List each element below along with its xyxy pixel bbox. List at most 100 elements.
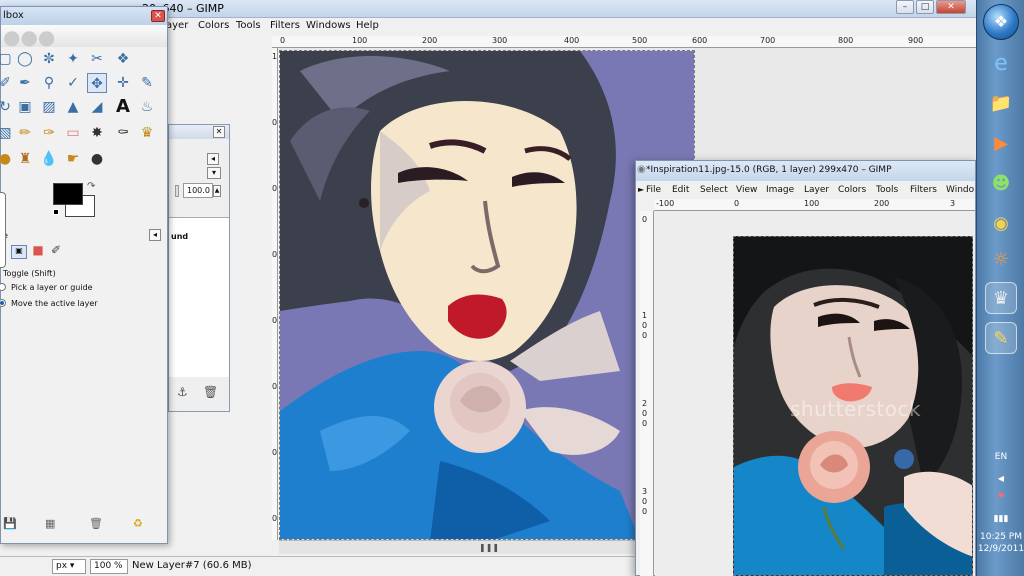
move-active-radio[interactable]: [0, 299, 6, 307]
vertical-ruler[interactable]: 1 0 0 0 0 0 0 0: [272, 48, 278, 540]
ellipse-select-icon[interactable]: ◯: [15, 49, 35, 69]
align-icon[interactable]: ✛: [113, 73, 133, 93]
color-picker-icon[interactable]: ✒: [15, 73, 35, 93]
flip-icon[interactable]: ◢: [87, 97, 107, 117]
blur-icon[interactable]: 💧: [39, 149, 59, 169]
heal-icon[interactable]: ●: [0, 149, 15, 169]
paintbrush-icon[interactable]: ✑: [39, 123, 59, 143]
maximize-button[interactable]: □: [916, 0, 934, 14]
restore-options-icon[interactable]: ▦: [45, 517, 55, 530]
free-select-icon[interactable]: ✼: [39, 49, 59, 69]
ref-menu-windows[interactable]: Windo: [946, 185, 974, 195]
ref-vertical-ruler[interactable]: 0 1 0 0 2 0 0 3 0 0: [640, 211, 654, 576]
anchor-icon[interactable]: ⚓: [177, 385, 188, 399]
dock-title-bar[interactable]: ✕: [169, 125, 229, 139]
menu-layer[interactable]: ayer: [166, 20, 188, 31]
menu-filters[interactable]: Filters: [270, 20, 300, 31]
ref-menu-file[interactable]: File: [646, 185, 661, 195]
airbrush-icon[interactable]: ✸: [87, 123, 107, 143]
file-explorer-icon[interactable]: 📁: [985, 88, 1017, 120]
text-tool-icon[interactable]: A: [113, 97, 133, 117]
crop-icon[interactable]: ✎: [137, 73, 157, 93]
rect-select-icon[interactable]: ▢: [0, 49, 15, 69]
save-options-icon[interactable]: 💾: [3, 517, 17, 530]
scissors-icon[interactable]: ✂: [87, 49, 107, 69]
opacity-spinner[interactable]: ▲: [213, 185, 221, 197]
layer-name[interactable]: und: [171, 232, 188, 241]
chrome-icon[interactable]: ◉: [985, 208, 1017, 240]
ref-menu-image[interactable]: Image: [766, 185, 794, 195]
dock-menu-button[interactable]: ◂: [207, 153, 219, 165]
paths-icon[interactable]: ✐: [0, 73, 15, 93]
zoom-icon[interactable]: ⚲: [39, 73, 59, 93]
ref-menu-filters[interactable]: Filters: [910, 185, 937, 195]
network-icon[interactable]: ▮▮▮: [977, 514, 1024, 524]
foreground-select-icon[interactable]: ❖: [113, 49, 133, 69]
eraser-icon[interactable]: ▭: [63, 123, 83, 143]
blend-icon[interactable]: ▧: [0, 123, 15, 143]
ref-menu-view[interactable]: View: [736, 185, 757, 195]
dock-flyout-tab[interactable]: [0, 192, 6, 268]
start-button[interactable]: ❖: [983, 4, 1019, 40]
reference-photo[interactable]: shutterstock: [733, 236, 973, 576]
dock-close-button[interactable]: ✕: [213, 126, 225, 138]
messenger-icon[interactable]: ☻: [985, 168, 1017, 200]
ref-menu-colors[interactable]: Colors: [838, 185, 866, 195]
ref-menu-edit[interactable]: Edit: [672, 185, 689, 195]
menu-help[interactable]: Help: [356, 20, 379, 31]
show-hidden-icons-icon[interactable]: ◀: [977, 474, 1024, 483]
fuzzy-select-icon[interactable]: ✦: [63, 49, 83, 69]
minimize-button[interactable]: –: [896, 0, 914, 14]
image-menu-arrow-icon[interactable]: ►: [638, 185, 644, 194]
mode-dropdown[interactable]: ▾: [207, 167, 221, 179]
menu-windows[interactable]: Windows: [306, 20, 351, 31]
trash-icon[interactable]: 🗑: [203, 385, 218, 399]
unit-select[interactable]: px ▾: [52, 559, 86, 574]
reset-options-icon[interactable]: ♻: [133, 517, 143, 530]
ref-menu-tools[interactable]: Tools: [876, 185, 898, 195]
zoom-select[interactable]: 100 %: [90, 559, 128, 574]
media-player-icon[interactable]: ▶: [985, 128, 1017, 160]
ref-menu-layer[interactable]: Layer: [804, 185, 829, 195]
perspective-icon[interactable]: ▲: [63, 97, 83, 117]
language-indicator[interactable]: EN: [977, 452, 1024, 462]
shear-icon[interactable]: ▨: [39, 97, 59, 117]
dodge-burn-icon[interactable]: ●: [87, 149, 107, 169]
clone-icon[interactable]: ♛: [137, 123, 157, 143]
move-path-mode-icon[interactable]: ✐: [49, 244, 63, 259]
opacity-slider[interactable]: [175, 185, 179, 197]
menu-colors[interactable]: Colors: [198, 20, 229, 31]
smudge-icon[interactable]: ☛: [63, 149, 83, 169]
horizontal-ruler[interactable]: 0 100 200 300 400 500 600 700 800 900: [272, 36, 976, 48]
firefox-icon[interactable]: ☼: [985, 244, 1017, 276]
bucket-fill-icon[interactable]: ♨: [137, 97, 157, 117]
foreground-color-swatch[interactable]: [53, 183, 83, 205]
move-selection-mode-icon[interactable]: ■: [31, 244, 45, 259]
rotate-icon[interactable]: ↻: [0, 97, 15, 117]
ref-menu-select[interactable]: Select: [700, 185, 728, 195]
clock-time[interactable]: 10:25 PM: [977, 532, 1024, 542]
reference-title-bar[interactable]: ◉ *Inspiration11.jpg-15.0 (RGB, 1 layer)…: [636, 161, 975, 181]
ref-horizontal-ruler[interactable]: -100 0 100 200 3: [654, 199, 975, 211]
menu-tools[interactable]: Tools: [236, 20, 261, 31]
layer-list[interactable]: und: [169, 217, 229, 377]
toolbox-close-button[interactable]: ✕: [151, 10, 165, 22]
pick-layer-radio[interactable]: [0, 283, 6, 291]
toolbox-title-bar[interactable]: lbox ✕: [1, 7, 167, 25]
painting-canvas[interactable]: [279, 50, 695, 540]
ink-icon[interactable]: ⚰: [113, 123, 133, 143]
paint-icon[interactable]: ✎: [985, 322, 1017, 354]
gimp-taskbar-icon[interactable]: ♛: [985, 282, 1017, 314]
action-center-icon[interactable]: ⚑: [977, 492, 1024, 502]
delete-options-icon[interactable]: 🗑: [89, 517, 103, 530]
opacity-field[interactable]: 100.0: [183, 183, 213, 198]
default-colors-icon[interactable]: [53, 209, 59, 215]
close-button[interactable]: ✕: [936, 0, 966, 14]
swap-colors-icon[interactable]: ↷: [87, 181, 95, 192]
move-tool-icon[interactable]: ✥: [87, 73, 107, 93]
scale-icon[interactable]: ▣: [15, 97, 35, 117]
options-menu-button[interactable]: ◂: [149, 229, 161, 241]
measure-icon[interactable]: ✓: [63, 73, 83, 93]
pencil-icon[interactable]: ✏: [15, 123, 35, 143]
move-layer-mode-icon[interactable]: ▣: [11, 245, 27, 259]
